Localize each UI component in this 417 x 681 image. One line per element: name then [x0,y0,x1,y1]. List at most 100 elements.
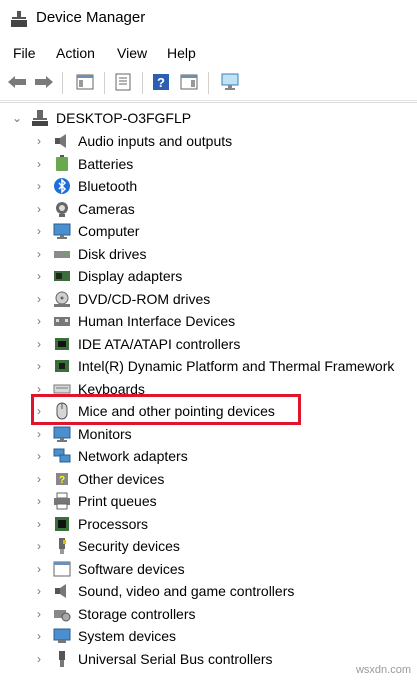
menu-help[interactable]: Help [167,45,196,61]
menu-bar: File Action View Help [0,40,417,66]
tree-item[interactable]: › Software devices [32,558,185,580]
unknown-device-icon: ? [52,469,72,489]
tree-item[interactable]: › IDE ATA/ATAPI controllers [32,333,240,355]
ide-controller-icon [52,334,72,354]
help-icon: ? [153,74,169,90]
tree-item[interactable]: › DVD/CD-ROM drives [32,288,210,310]
bluetooth-icon [52,176,72,196]
action-pane-button[interactable] [177,71,201,93]
tree-item-label: Display adapters [78,268,183,284]
svg-text:?: ? [59,475,65,486]
tree-item[interactable]: › Security devices [32,535,180,557]
menu-action[interactable]: Action [56,45,95,61]
svg-text:?: ? [157,75,165,90]
back-button[interactable] [5,71,29,93]
chevron-right-icon[interactable]: › [32,603,46,625]
chevron-right-icon[interactable]: › [32,535,46,557]
title-bar: Device Manager [0,0,417,38]
tree-item[interactable]: › Human Interface Devices [32,310,235,332]
chevron-right-icon[interactable]: › [32,423,46,445]
scan-hardware-icon [221,73,239,90]
tree-item[interactable]: › Network adapters [32,445,188,467]
tree-item-label: IDE ATA/ATAPI controllers [78,335,241,352]
show-hide-console-tree-button[interactable] [73,71,97,93]
chevron-right-icon[interactable]: › [32,198,46,220]
tree-item[interactable]: › Audio inputs and outputs [32,130,232,152]
tree-item-label: Human Interface Devices [78,313,236,329]
tree-item[interactable]: › Display adapters [32,265,182,287]
menu-view[interactable]: View [117,45,147,61]
chevron-right-icon[interactable]: › [32,558,46,580]
scan-hardware-button[interactable] [218,71,242,93]
chevron-right-icon[interactable]: › [32,265,46,287]
forward-button[interactable] [32,71,56,93]
tree-item[interactable]: › Cameras [32,198,135,220]
chevron-right-icon[interactable]: › [32,648,46,670]
chevron-right-icon[interactable]: › [32,490,46,512]
toolbar-separator [62,72,63,94]
chevron-right-icon[interactable]: › [32,355,46,377]
toolbar-separator [208,72,209,94]
chevron-right-icon[interactable]: › [32,130,46,152]
system-device-icon [52,626,72,646]
chevron-right-icon[interactable]: › [32,468,46,490]
chevron-down-icon[interactable]: ⌄ [10,107,24,129]
chevron-right-icon[interactable]: › [32,288,46,310]
tree-item-label: Sound, video and game controllers [78,583,295,599]
tree-item-label: Intel(R) Dynamic Platform and Thermal Fr… [78,358,395,374]
chevron-right-icon[interactable]: › [32,513,46,535]
tree-item-label: Computer [78,223,140,239]
tree-item[interactable]: › Universal Serial Bus controllers [32,648,273,670]
tree-item[interactable]: › System devices [32,625,176,647]
chevron-right-icon[interactable]: › [32,220,46,242]
tree-item[interactable]: › Batteries [32,153,133,175]
network-icon [52,446,72,466]
chevron-right-icon[interactable]: › [32,153,46,175]
tree-root[interactable]: ⌄ DESKTOP-O3FGFLP [10,107,191,129]
tree-item[interactable]: › Storage controllers [32,603,196,625]
printer-icon [52,491,72,511]
battery-icon [52,154,72,174]
tree-item[interactable]: › Computer [32,220,139,242]
tree-item[interactable]: ›? Other devices [32,468,164,490]
properties-button[interactable] [111,71,135,93]
tree-item[interactable]: › Sound, video and game controllers [32,580,294,602]
chevron-right-icon[interactable]: › [32,333,46,355]
device-manager-app-icon [11,11,27,27]
storage-controller-icon [52,604,72,624]
chevron-right-icon[interactable]: › [32,310,46,332]
tree-item-label: Cameras [78,200,135,217]
tree-item-label: Other devices [78,470,165,487]
tree-item-label: Network adapters [78,448,188,464]
tree-item[interactable]: › Processors [32,513,148,535]
tree-item[interactable]: › Print queues [32,490,157,512]
tree-item[interactable]: › Bluetooth [32,175,137,197]
device-tree: ⌄ DESKTOP-O3FGFLP › Audio inputs and outp… [0,102,417,681]
tree-root-label: DESKTOP-O3FGFLP [56,110,192,126]
menu-file[interactable]: File [13,45,36,61]
chevron-right-icon[interactable]: › [32,625,46,647]
hid-icon [52,311,72,331]
chevron-right-icon[interactable]: › [32,243,46,265]
chevron-right-icon[interactable]: › [32,445,46,467]
help-button[interactable]: ? [149,71,173,93]
camera-icon [52,199,72,219]
usb-icon [52,649,72,669]
toolbar-separator [142,72,143,94]
tree-item[interactable]: › Disk drives [32,243,146,265]
watermark: wsxdn.com [355,664,411,676]
speaker-icon [52,131,72,151]
highlight-box [31,394,301,425]
tree-item-label: Universal Serial Bus controllers [78,650,273,667]
tree-item-label: Print queues [78,493,157,509]
tree-item[interactable]: › Monitors [32,423,132,445]
tree-item[interactable]: › Intel(R) Dynamic Platform and Thermal F… [32,355,394,377]
processor-icon [52,514,72,534]
disk-drive-icon [52,244,72,264]
toolbar: ? [0,66,417,101]
chevron-right-icon[interactable]: › [32,580,46,602]
window-title: Device Manager [36,9,146,26]
tree-item-label: Monitors [78,425,132,442]
toolbar-separator [104,72,105,94]
chevron-right-icon[interactable]: › [32,175,46,197]
